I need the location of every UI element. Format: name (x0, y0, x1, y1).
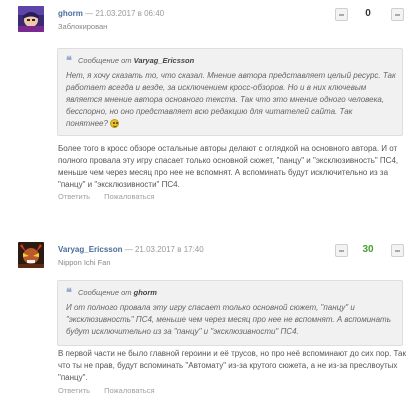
avatar-image-icon (18, 6, 44, 32)
vote-up-button[interactable] (391, 244, 404, 257)
vote-down-button[interactable] (335, 8, 348, 21)
quote-header: Сообщение от Varyag_Ericsson (66, 56, 194, 65)
comment-text: Более того в кросс обзоре остальные авто… (58, 144, 399, 189)
report-link[interactable]: Пожаловаться (104, 386, 154, 395)
quote-block: ❝ Сообщение от Varyag_Ericsson Нет, я хо… (57, 48, 403, 136)
avatar[interactable] (18, 242, 44, 268)
quote-header-label: Сообщение от (78, 56, 132, 65)
quote-author[interactable]: Varyag_Ericsson (134, 56, 195, 65)
comment-meta: Varyag_Ericsson — 21.03.2017 в 17:40 (58, 245, 204, 254)
comment-meta: ghorm — 21.03.2017 в 06:40 (58, 9, 164, 18)
quote-block: ❝ Сообщение от ghorm И от полного провал… (57, 280, 403, 346)
comment-text: В первой части не было главной героини и… (58, 349, 406, 382)
vote-down-button[interactable] (335, 244, 348, 257)
vote-score: 30 (362, 244, 374, 255)
vote-score: 0 (365, 8, 371, 19)
comment-date[interactable]: 21.03.2017 в 06:40 (95, 9, 164, 18)
comment-actions: Ответить Пожаловаться (58, 386, 167, 395)
quote-header: Сообщение от ghorm (66, 288, 157, 297)
separator: — (85, 9, 94, 18)
quote-text: И от полного провала эту игру спасает то… (66, 302, 396, 338)
quote-text: Нет, я хочу сказать то, что сказал. Мнен… (66, 70, 396, 130)
author-link[interactable]: Varyag_Ericsson (58, 245, 122, 254)
vote-up-button[interactable] (391, 8, 404, 21)
vote-widget: 30 (303, 244, 413, 260)
quote-author[interactable]: ghorm (134, 288, 157, 297)
comment-actions: Ответить Пожаловаться (58, 192, 167, 201)
avatar-image-icon (18, 242, 44, 268)
quote-header-label: Сообщение от (78, 288, 132, 297)
avatar[interactable] (18, 6, 44, 32)
user-status: Nippon Ichi Fan (58, 258, 111, 267)
vote-widget: 0 (303, 8, 413, 24)
reply-link[interactable]: Ответить (58, 386, 90, 395)
reply-link[interactable]: Ответить (58, 192, 90, 201)
report-link[interactable]: Пожаловаться (104, 192, 154, 201)
author-link[interactable]: ghorm (58, 9, 83, 18)
user-status: Заблокирован (58, 22, 108, 31)
smiley-icon (110, 119, 120, 129)
comment-date[interactable]: 21.03.2017 в 17:40 (135, 245, 204, 254)
separator: — (124, 245, 133, 254)
quote-body-text: И от полного провала эту игру спасает то… (66, 303, 391, 336)
